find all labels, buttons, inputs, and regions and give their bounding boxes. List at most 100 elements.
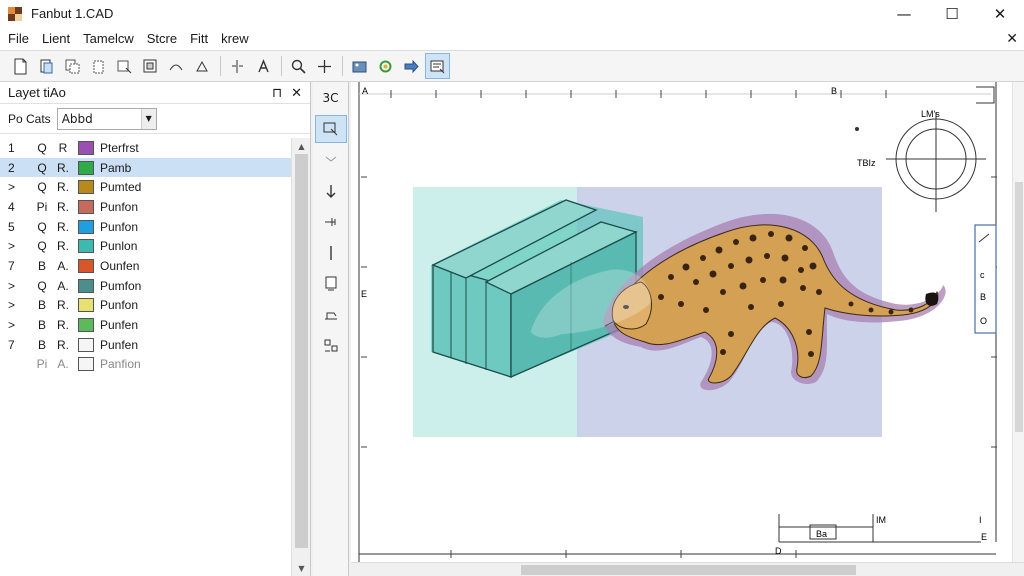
layer-color-swatch[interactable] — [78, 337, 94, 352]
stretch-icon — [324, 312, 337, 320]
stretch-tool[interactable] — [315, 301, 347, 329]
menu-stcre[interactable]: Stcre — [147, 31, 177, 46]
layer-color-swatch[interactable] — [78, 160, 94, 175]
layer-lock-icon[interactable]: R. — [52, 180, 74, 194]
new-file-button[interactable] — [8, 53, 33, 79]
layer-lock-icon[interactable]: R — [52, 141, 74, 155]
scrollbar-thumb[interactable] — [295, 154, 308, 548]
layer-lock-icon[interactable]: A. — [52, 357, 74, 371]
pin-icon[interactable]: ⊓ — [272, 85, 282, 101]
layer-lock-icon[interactable]: R. — [52, 161, 74, 175]
layer-color-swatch[interactable] — [78, 180, 94, 195]
close-window-button[interactable]: ✕ — [976, 0, 1024, 27]
layer-row[interactable]: > Q A. Pumfon — [0, 276, 291, 296]
layer-color-swatch[interactable] — [78, 318, 94, 333]
layer-visibility-icon[interactable]: B — [32, 318, 52, 332]
text-button[interactable] — [251, 53, 276, 79]
layer-list-scrollbar[interactable]: ▲ ▼ — [291, 138, 310, 576]
scroll-down-icon[interactable]: ▼ — [292, 560, 311, 576]
layer-color-swatch[interactable] — [78, 199, 94, 214]
image-button[interactable] — [347, 53, 372, 79]
menu-krew[interactable]: krew — [221, 31, 248, 46]
layer-lock-icon[interactable]: R. — [52, 220, 74, 234]
menu-file[interactable]: File — [8, 31, 29, 46]
layer-row[interactable]: > Q R. Punlon — [0, 236, 291, 256]
layer-row[interactable]: 7 B R. Punfen — [0, 335, 291, 355]
scroll-up-icon[interactable]: ▲ — [292, 138, 311, 154]
select-window-tool[interactable] — [314, 115, 347, 143]
layer-lock-icon[interactable]: R. — [52, 318, 74, 332]
array-tool[interactable] — [315, 332, 347, 360]
layer-row[interactable]: 4 Pi R. Punfon — [0, 197, 291, 217]
close-document-icon[interactable]: ✕ — [1006, 31, 1018, 47]
line-tool[interactable] — [315, 239, 347, 267]
layer-visibility-icon[interactable]: Q — [32, 180, 52, 194]
drawing-canvas[interactable]: A B E D E LM's TBIz c B O IM I Ba — [351, 82, 1024, 576]
layer-visibility-icon[interactable]: Q — [32, 141, 52, 155]
layer-visibility-icon[interactable]: Q — [32, 239, 52, 253]
chevron-down-icon[interactable]: ▼ — [140, 108, 156, 129]
cut-button[interactable] — [112, 53, 137, 79]
layer-lock-icon[interactable]: A. — [52, 279, 74, 293]
close-panel-icon[interactable]: ✕ — [291, 85, 302, 101]
menu-fitt[interactable]: Fitt — [190, 31, 208, 46]
layer-visibility-icon[interactable]: Pi — [32, 357, 52, 371]
mirror-button[interactable] — [225, 53, 250, 79]
paste-button[interactable] — [86, 53, 111, 79]
label-lms: LM's — [921, 109, 940, 119]
layer-name: Pumfon — [100, 278, 142, 293]
layer-color-swatch[interactable] — [78, 258, 94, 273]
tool-3c[interactable]: 3C — [315, 84, 347, 112]
open-file-button[interactable] — [34, 53, 59, 79]
layer-visibility-icon[interactable]: Pi — [32, 200, 52, 214]
layer-visibility-icon[interactable]: Q — [32, 161, 52, 175]
layer-color-swatch[interactable] — [78, 298, 94, 313]
refresh-button[interactable] — [373, 53, 398, 79]
minimize-button[interactable]: — — [880, 0, 928, 27]
layer-row[interactable]: > B R. Punfon — [0, 296, 291, 316]
layer-color-swatch[interactable] — [78, 219, 94, 234]
block-button[interactable] — [138, 53, 163, 79]
move-down-tool[interactable] — [315, 177, 347, 205]
layer-visibility-icon[interactable]: B — [32, 298, 52, 312]
layer-row[interactable]: Pi A. Panfion — [0, 355, 291, 375]
layer-visibility-icon[interactable]: B — [32, 259, 52, 273]
layer-row[interactable]: 1 Q R Pterfrst — [0, 138, 291, 158]
zoom-icon — [291, 59, 306, 74]
chevron-tool[interactable] — [315, 146, 347, 174]
forward-button[interactable] — [399, 53, 424, 79]
layer-visibility-icon[interactable]: Q — [32, 279, 52, 293]
layer-color-swatch[interactable] — [78, 140, 94, 155]
layer-lock-icon[interactable]: A. — [52, 259, 74, 273]
layer-row[interactable]: 5 Q R. Punfon — [0, 217, 291, 237]
layer-manager-button[interactable] — [425, 53, 450, 79]
menu-lient[interactable]: Lient — [42, 31, 70, 46]
layer-lock-icon[interactable]: R. — [52, 239, 74, 253]
layer-color-swatch[interactable] — [78, 357, 94, 372]
layer-row[interactable]: > B R. Punfen — [0, 315, 291, 335]
canvas-vscroll-thumb[interactable] — [1015, 182, 1023, 432]
menu-tamelcw[interactable]: Tamelcw — [83, 31, 134, 46]
maximize-button[interactable]: ☐ — [928, 0, 976, 27]
print-tool[interactable] — [315, 270, 347, 298]
canvas-horizontal-scrollbar[interactable] — [351, 562, 1024, 576]
canvas-vertical-scrollbar[interactable] — [1012, 82, 1024, 562]
extend-tool[interactable] — [315, 208, 347, 236]
layer-visibility-icon[interactable]: B — [32, 338, 52, 352]
copy-button[interactable] — [60, 53, 85, 79]
layer-row[interactable]: > Q R. Pumted — [0, 177, 291, 197]
triangle-button[interactable] — [190, 53, 215, 79]
layer-lock-icon[interactable]: R. — [52, 200, 74, 214]
layer-row[interactable]: 7 B A. Ounfen — [0, 256, 291, 276]
layer-row[interactable]: 2 Q R. Pamb — [0, 157, 291, 178]
arc-button[interactable] — [164, 53, 189, 79]
layer-color-swatch[interactable] — [78, 278, 94, 293]
filter-dropdown[interactable]: Abbd ▼ — [56, 107, 157, 130]
canvas-hscroll-thumb[interactable] — [521, 565, 856, 575]
zoom-button[interactable] — [286, 53, 311, 79]
layer-lock-icon[interactable]: R. — [52, 338, 74, 352]
layer-visibility-icon[interactable]: Q — [32, 220, 52, 234]
layer-lock-icon[interactable]: R. — [52, 298, 74, 312]
pan-button[interactable] — [312, 53, 337, 79]
layer-color-swatch[interactable] — [78, 239, 94, 254]
